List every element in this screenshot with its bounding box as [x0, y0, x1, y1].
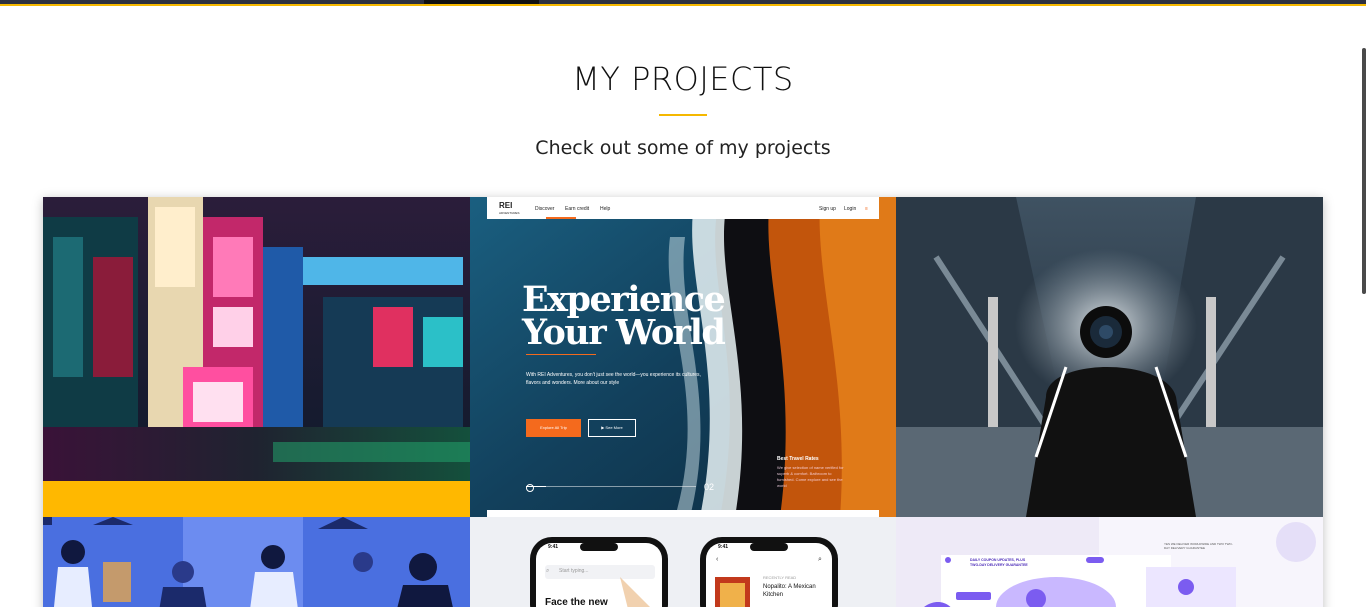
section-title: MY PROJECTS	[572, 60, 794, 98]
rei-nav-active-indicator	[546, 217, 576, 219]
rei-side-text: We give selection of name verified for s…	[777, 465, 844, 488]
title-underline	[659, 114, 707, 116]
section-subtitle: Check out some of my projects	[535, 137, 831, 159]
header-bar	[0, 0, 1366, 6]
rei-explore-button: Explore All Trip	[526, 419, 581, 437]
delivery-tagline: YES WE DELIVER WORLDWIDE AND TWO TWO-DAY…	[1164, 542, 1233, 550]
phone-recently-read: RECENTLY READ	[763, 575, 797, 580]
project-tile-office[interactable]	[43, 517, 470, 607]
project-tile-reading-app[interactable]: 9:41 Start typing... ⌕ Face the new 9:41…	[470, 517, 896, 607]
phone-right-time: 9:41	[718, 544, 729, 550]
rei-see-more-button: ▶ See More	[588, 419, 636, 437]
rei-hero-text: With REI Adventures, you don't just see …	[526, 372, 701, 386]
project-tile-tokyo[interactable]	[43, 197, 470, 517]
rei-slide-number: 02	[704, 482, 715, 492]
rei-navbar: REI ADVENTURES Discover Earn credit Help…	[487, 197, 879, 219]
delivery-landing-image	[896, 517, 1323, 607]
phone-left-time: 9:41	[548, 544, 559, 550]
rei-nav-discover: Discover	[535, 206, 555, 212]
rei-side-title: Best Travel Rates	[777, 456, 819, 462]
phone-headline: Face the new	[545, 597, 608, 607]
phone-search-placeholder: Start typing...	[559, 568, 589, 574]
header-strip	[0, 0, 1366, 4]
rei-logo: REI	[499, 201, 513, 210]
delivery-headline: DAILY COUPON UPDATES, PLUS TWO-DAY DELIV…	[970, 558, 1028, 567]
back-chevron-icon: ‹	[716, 556, 719, 563]
rei-nav-earn-credit: Earn credit	[565, 206, 590, 212]
rei-nav-signup: Sign up	[819, 206, 836, 212]
rei-progress-fill	[526, 486, 546, 487]
rei-hero-rule	[526, 354, 596, 355]
rei-progress-track	[526, 486, 696, 487]
phone-book-title: Nopalito: A Mexican Kitchen	[763, 584, 816, 598]
menu-icon: ≡	[865, 206, 868, 212]
rei-bottom-bar	[487, 510, 879, 517]
rei-nav-login: Login	[844, 206, 857, 212]
header-accent	[424, 0, 539, 4]
photographer-image	[896, 197, 1323, 517]
projects-grid: REI ADVENTURES Discover Earn credit Help…	[43, 197, 1323, 607]
search-icon: ⌕	[818, 556, 822, 563]
rei-landing-mockup: REI ADVENTURES Discover Earn credit Help…	[470, 197, 896, 517]
rei-hero-title: Experience Your World	[522, 279, 726, 353]
rei-nav-help: Help	[600, 206, 611, 212]
office-illustration	[43, 517, 470, 607]
phone-mockup-image	[470, 517, 896, 607]
project-tile-delivery[interactable]: DAILY COUPON UPDATES, PLUS TWO-DAY DELIV…	[896, 517, 1323, 607]
search-icon: ⌕	[546, 568, 550, 574]
tokyo-street-image	[43, 197, 470, 517]
project-tile-rei[interactable]: REI ADVENTURES Discover Earn credit Help…	[470, 197, 896, 517]
rei-logo-sub: ADVENTURES	[499, 211, 520, 215]
project-tile-photographer[interactable]	[896, 197, 1323, 517]
